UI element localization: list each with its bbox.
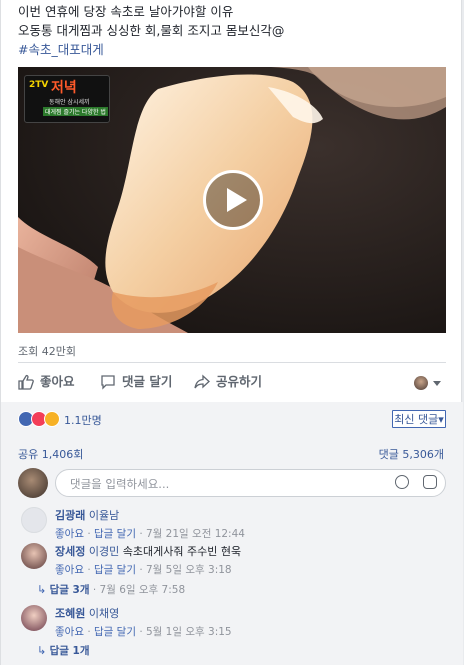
comment-time[interactable]: 7월 21일 오전 12:44: [146, 528, 245, 540]
play-icon[interactable]: [203, 170, 263, 230]
share-label: 공유하기: [216, 374, 263, 389]
reply-arrow-icon: ↳: [37, 583, 47, 596]
reply-time: 7월 6일 오후 7:58: [99, 584, 186, 596]
replies-link[interactable]: ↳ 답글 1개: [37, 643, 90, 658]
replies-link[interactable]: ↳ 답글 3개 · 7월 6일 오후 7:58: [37, 582, 185, 597]
avatar: [21, 605, 47, 631]
comment-composer: [18, 468, 446, 498]
comment-like-link[interactable]: 좋아요: [55, 528, 84, 540]
comment-author[interactable]: 조혜원: [55, 607, 85, 620]
comment-reply-link[interactable]: 답글 달기: [94, 564, 136, 576]
comment-body: 조혜원 이채영: [55, 605, 119, 621]
comment-like-link[interactable]: 좋아요: [55, 626, 84, 638]
logo-title: 저녁: [51, 80, 77, 96]
comment-time[interactable]: 7월 5일 오후 3:18: [146, 564, 232, 576]
avatar: [21, 507, 47, 533]
logo-subtitle: 동해안 삼시세끼: [49, 99, 90, 106]
avatar: [414, 376, 428, 390]
comment-label: 댓글 달기: [122, 374, 173, 389]
video-player[interactable]: 2TV 저녁 동해안 삼시세끼 대게찜 즐기는 다양한 법: [18, 67, 446, 333]
share-button[interactable]: 공유하기: [194, 370, 284, 394]
sort-label: 최신 댓글: [394, 413, 439, 426]
wow-reaction-icon: [44, 411, 60, 427]
comment-body: 김광래 이율남: [55, 507, 119, 523]
reply-count[interactable]: 답글 3개: [50, 584, 90, 596]
like-button[interactable]: 좋아요: [18, 370, 88, 394]
speech-bubble-icon: [101, 375, 115, 390]
channel-logo: 2TV 저녁 동해안 삼시세끼 대게찜 즐기는 다양한 법: [24, 75, 110, 123]
comment-meta: 좋아요 · 답글 달기 · 7월 21일 오전 12:44: [55, 528, 245, 540]
emoji-icon[interactable]: [395, 475, 409, 489]
comment-time[interactable]: 5월 1일 오후 3:15: [146, 626, 232, 638]
comment-input-box[interactable]: [55, 469, 446, 497]
post-text: 이번 연휴에 당장 속초로 날아가야할 이유 오동통 대게찜과 싱싱한 회,물회…: [18, 2, 284, 59]
avatar: [18, 468, 48, 498]
view-count: 조회 42만회: [18, 345, 76, 358]
comment-reply-link[interactable]: 답글 달기: [94, 528, 136, 540]
post-card: 이번 연휴에 당장 속초로 날아가야할 이유 오동통 대게찜과 싱싱한 회,물회…: [0, 0, 463, 665]
thumbs-up-icon: [18, 374, 34, 390]
comment-input[interactable]: [68, 475, 372, 493]
comment-sort-dropdown[interactable]: 최신 댓글▾: [392, 410, 446, 428]
like-label: 좋아요: [40, 374, 75, 389]
share-arrow-icon: [194, 374, 210, 389]
comment-body: 장세정 이경민 속초대게사줘 주수빈 현욱: [55, 543, 241, 559]
reply-arrow-icon: ↳: [37, 644, 47, 657]
action-bar: 좋아요 댓글 달기 공유하기: [18, 370, 446, 394]
comment-meta: 좋아요 · 답글 달기 · 5월 1일 오후 3:15: [55, 626, 232, 638]
reaction-count[interactable]: 1.1만명: [64, 412, 102, 428]
comment-tag[interactable]: 이경민: [89, 545, 119, 558]
comment-text: 속초대게사줘 주수빈 현욱: [122, 545, 242, 558]
chevron-down-icon: ▾: [438, 413, 444, 426]
comment-author[interactable]: 장세정: [55, 545, 85, 558]
hashtag-link[interactable]: #속초_대포대게: [18, 40, 284, 59]
post-line-1: 이번 연휴에 당장 속초로 날아가야할 이유: [18, 4, 234, 19]
logo-banner: 대게찜 즐기는 다양한 법: [43, 107, 108, 116]
comment-meta: 좋아요 · 답글 달기 · 7월 5일 오후 3:18: [55, 564, 232, 576]
comment-tag[interactable]: 이율남: [89, 509, 119, 522]
comment-author[interactable]: 김광래: [55, 509, 85, 522]
avatar: [21, 543, 47, 569]
post-line-2: 오동통 대게찜과 싱싱한 회,물회 조지고 몸보신각@: [18, 23, 285, 38]
reply-count[interactable]: 답글 1개: [50, 645, 90, 657]
comment-count[interactable]: 댓글 5,306개: [379, 446, 444, 462]
comment-like-link[interactable]: 좋아요: [55, 564, 84, 576]
logo-text: 2TV: [29, 80, 49, 90]
comment-button[interactable]: 댓글 달기: [100, 370, 180, 394]
divider: [18, 362, 446, 363]
chevron-down-icon: [433, 381, 441, 386]
sticker-icon[interactable]: [423, 475, 437, 489]
share-count[interactable]: 공유 1,406회: [18, 446, 83, 462]
comment-reply-link[interactable]: 답글 달기: [94, 626, 136, 638]
comment-tag[interactable]: 이채영: [89, 607, 119, 620]
